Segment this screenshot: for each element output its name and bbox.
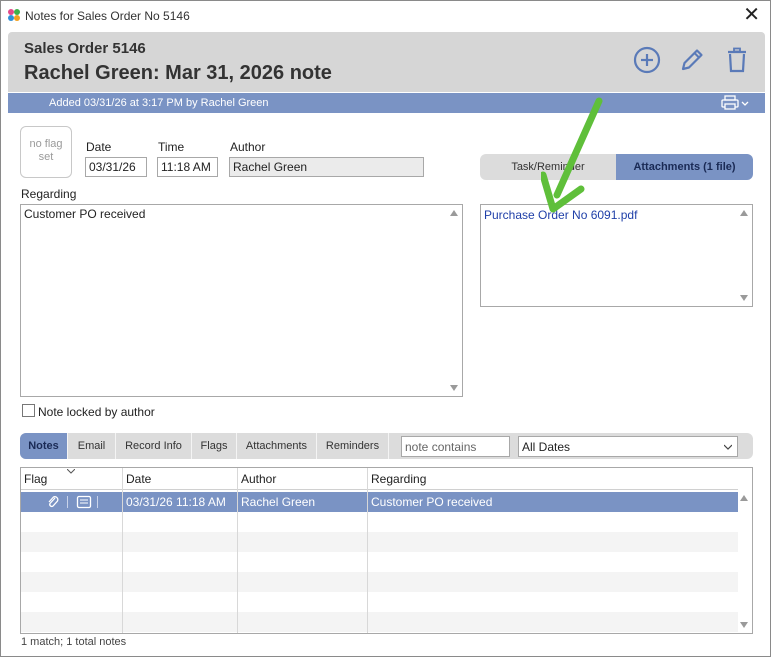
flag-picker[interactable]: no flag set [20, 126, 72, 178]
scroll-down-icon[interactable] [740, 295, 748, 301]
note-header: Sales Order 5146 Rachel Green: Mar 31, 2… [8, 32, 765, 92]
table-row[interactable]: 03/31/26 11:18 AM Rachel Green Customer … [21, 492, 738, 512]
paperclip-icon [48, 496, 59, 508]
attachments-tab[interactable]: Attachments (1 file) [616, 154, 753, 180]
grid-scrollbar[interactable] [736, 490, 752, 633]
empty-row [21, 572, 738, 592]
app-logo-icon [8, 9, 20, 21]
tab-attachments[interactable]: Attachments [237, 433, 317, 459]
close-icon[interactable]: ✕ [743, 4, 760, 26]
note-title: Rachel Green: Mar 31, 2026 note [24, 62, 332, 84]
date-label: Date [86, 140, 112, 154]
row-divider [67, 496, 68, 508]
col-author[interactable]: Author [238, 468, 368, 490]
flag-text-line1: no flag [29, 138, 63, 150]
row-divider [97, 496, 98, 508]
match-count-status: 1 match; 1 total notes [21, 636, 127, 648]
scroll-down-icon[interactable] [740, 622, 748, 628]
regarding-textarea[interactable]: Customer PO received [20, 204, 463, 397]
add-note-button[interactable] [631, 44, 663, 76]
tab-flags[interactable]: Flags [192, 433, 237, 459]
window-title: Notes for Sales Order No 5146 [25, 9, 190, 23]
regarding-text: Customer PO received [24, 207, 146, 221]
empty-row [21, 532, 738, 552]
tab-record-info[interactable]: Record Info [116, 433, 192, 459]
time-label: Time [158, 140, 185, 154]
notes-window: Notes for Sales Order No 5146 ✕ Sales Or… [0, 0, 771, 657]
time-field[interactable]: 11:18 AM [157, 157, 218, 177]
regarding-label: Regarding [21, 187, 77, 201]
dates-dropdown[interactable]: All Dates [518, 436, 738, 457]
col-divider [122, 490, 123, 633]
scroll-up-icon[interactable] [740, 495, 748, 501]
note-locked-checkbox[interactable] [22, 404, 35, 417]
col-date[interactable]: Date [123, 468, 238, 490]
grid-header: Flag Date Author Regarding [21, 468, 738, 490]
order-label: Sales Order 5146 [24, 40, 146, 57]
title-bar: Notes for Sales Order No 5146 ✕ [1, 1, 770, 30]
date-field[interactable]: 03/31/26 [85, 157, 147, 177]
added-by-bar: Added 03/31/26 at 3:17 PM by Rachel Gree… [8, 93, 765, 113]
tab-notes[interactable]: Notes [20, 433, 68, 459]
attachments-list: Purchase Order No 6091.pdf [480, 204, 753, 307]
tab-reminders[interactable]: Reminders [317, 433, 389, 459]
row-date: 03/31/26 11:18 AM [126, 495, 226, 509]
row-author: Rachel Green [241, 495, 316, 509]
plus-circle-icon [633, 46, 661, 74]
chevron-down-icon [724, 444, 732, 450]
note-search-input[interactable]: note contains [401, 436, 510, 457]
trash-icon [728, 47, 746, 73]
sort-chevron-icon [67, 469, 75, 474]
added-by-text: Added 03/31/26 at 3:17 PM by Rachel Gree… [49, 97, 269, 109]
row-regarding: Customer PO received [371, 495, 493, 509]
pencil-icon [681, 49, 703, 71]
note-locked-label: Note locked by author [38, 405, 155, 419]
col-divider [367, 490, 368, 633]
col-divider [237, 490, 238, 633]
flag-text-line2: set [38, 151, 54, 163]
scroll-down-icon[interactable] [450, 385, 458, 391]
col-regarding[interactable]: Regarding [368, 468, 738, 490]
note-icon [76, 495, 92, 509]
regarding-scrollbar[interactable] [446, 205, 462, 396]
attachments-scrollbar[interactable] [736, 205, 752, 306]
printer-icon[interactable] [721, 95, 753, 111]
tab-email[interactable]: Email [68, 433, 116, 459]
empty-row [21, 612, 738, 632]
edit-note-button[interactable] [676, 44, 708, 76]
task-attachments-toggle: Task/Reminder Attachments (1 file) [480, 154, 753, 180]
scroll-up-icon[interactable] [740, 210, 748, 216]
notes-grid: Flag Date Author Regarding 03/31/26 11:1… [20, 467, 753, 634]
author-field: Rachel Green [229, 157, 424, 177]
scroll-up-icon[interactable] [450, 210, 458, 216]
dates-dropdown-value: All Dates [522, 440, 571, 454]
annotation-arrow-icon [541, 97, 603, 213]
delete-note-button[interactable] [721, 44, 753, 76]
author-label: Author [230, 140, 266, 154]
